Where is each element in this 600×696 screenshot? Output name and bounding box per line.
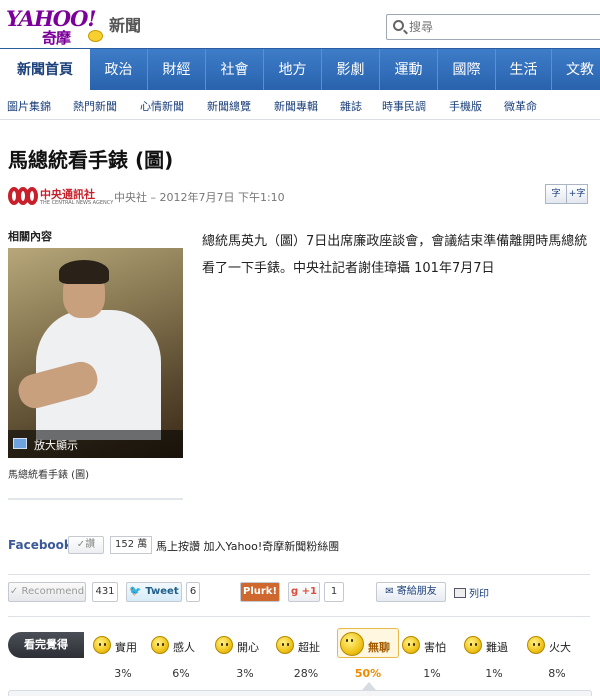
smiley-scared-icon [402, 636, 420, 654]
smiley-useful-icon [93, 636, 111, 654]
site-header: YAHOO! 奇摩 新聞 [0, 0, 600, 48]
smiley-angry-icon [527, 636, 545, 654]
smiley-sad-icon [464, 636, 482, 654]
logo-sub: 奇摩 [42, 29, 71, 47]
tweet-count: 6 [186, 582, 200, 602]
mood-scared[interactable]: 害怕 1% [402, 630, 462, 690]
cna-logo[interactable]: 中央通訊社 THE CENTRAL NEWS AGENCY [8, 186, 113, 208]
subnav-micro-revolution[interactable]: 微革命 [504, 98, 537, 114]
article-title: 馬總統看手錶 (圖) [8, 148, 174, 172]
cna-mark-icon [8, 187, 38, 205]
tab-local[interactable]: 地方 [264, 49, 322, 91]
font-size-controls: 字 +字 [545, 184, 588, 204]
font-decrease-button[interactable]: 字 [545, 184, 567, 204]
tab-life[interactable]: 生活 [496, 49, 552, 91]
section-name[interactable]: 新聞 [109, 12, 141, 36]
tweet-button[interactable]: 🐦 Tweet [126, 582, 182, 602]
yahoo-logo[interactable]: YAHOO! 奇摩 [6, 6, 108, 47]
facebook-like-button[interactable]: ✓讚 [68, 536, 104, 554]
google-plus-one-button[interactable]: g +1 [288, 582, 320, 602]
divider [8, 498, 183, 500]
mood-sad[interactable]: 難過 1% [464, 630, 524, 690]
tab-international[interactable]: 國際 [438, 49, 496, 91]
tab-news-home[interactable]: 新聞首頁 [0, 49, 90, 93]
tab-sports[interactable]: 運動 [380, 49, 438, 91]
smile-icon [88, 30, 103, 42]
facebook-title[interactable]: Facebook [8, 538, 72, 552]
subnav-specials[interactable]: 新聞專輯 [274, 98, 318, 114]
article-photo[interactable]: 放大顯示 [8, 248, 183, 458]
article-body: 總統馬英九（圖）7日出席廉政座談會，會議結束準備離開時馬總統看了一下手錶。中央社… [202, 234, 588, 276]
tab-politics[interactable]: 政治 [90, 49, 148, 91]
enlarge-icon [13, 438, 27, 449]
printer-icon [454, 588, 466, 598]
facebook-row: Facebook ✓讚 152 萬 馬上按讚 加入Yahoo!奇摩新聞粉絲團 [8, 536, 598, 556]
mood-boring[interactable]: 無聊 50% [338, 630, 398, 690]
smiley-boring-icon [340, 632, 364, 656]
share-row: ✓ Recommend 431 🐦 Tweet 6 Plurk! g +1 1 … [8, 582, 598, 604]
tab-entertainment[interactable]: 影劇 [322, 49, 380, 91]
search-icon [393, 20, 404, 31]
facebook-like-count: 152 萬 [110, 536, 153, 554]
facebook-cta: 馬上按讚 加入Yahoo!奇摩新聞粉絲團 [156, 540, 340, 553]
zoom-button[interactable]: 放大顯示 [8, 430, 183, 458]
plurk-button[interactable]: Plurk! [240, 582, 280, 602]
byline: 中央社 – 2012年7月7日 下午1:10 [114, 191, 285, 204]
search-box[interactable] [386, 14, 600, 40]
tab-finance[interactable]: 財經 [148, 49, 206, 91]
related-heading: 相關內容 [8, 230, 52, 243]
mood-angry[interactable]: 火大 8% [527, 630, 587, 690]
mood-useful[interactable]: 實用 3% [93, 630, 153, 690]
search-input[interactable] [409, 18, 589, 36]
subnav-photos[interactable]: 圖片集錦 [7, 98, 51, 114]
google-plus-icon: g [291, 586, 299, 597]
mood-happy[interactable]: 開心 3% [215, 630, 275, 690]
smiley-touched-icon [151, 636, 169, 654]
twitter-bird-icon: 🐦 [129, 586, 142, 597]
subnav-mood-news[interactable]: 心情新聞 [140, 98, 184, 114]
mood-absurd[interactable]: 超扯 28% [276, 630, 336, 690]
subnav-hot-news[interactable]: 熱門新聞 [73, 98, 117, 114]
mood-pointer [362, 682, 376, 690]
envelope-icon: ✉ [385, 586, 394, 597]
font-increase-button[interactable]: +字 [566, 184, 588, 204]
subnav-magazine[interactable]: 雜誌 [340, 98, 362, 114]
recommend-count: 431 [92, 582, 118, 602]
mood-poll: 看完覺得 實用 3% 感人 6% 開心 3% 超扯 28% 無聊 50% 害怕 … [0, 624, 600, 696]
mood-touched[interactable]: 感人 6% [151, 630, 211, 690]
smiley-happy-icon [215, 636, 233, 654]
tab-education[interactable]: 文教 [552, 49, 600, 91]
recommend-button[interactable]: ✓ Recommend [8, 582, 86, 602]
sub-nav: 圖片集錦 熱門新聞 心情新聞 新聞總覽 新聞專輯 雜誌 時事民調 手機版 微革命 [0, 90, 600, 120]
print-button[interactable]: 列印 [454, 585, 489, 600]
divider [8, 574, 590, 575]
divider [8, 616, 590, 617]
subnav-overview[interactable]: 新聞總覽 [207, 98, 251, 114]
mood-label: 看完覺得 [8, 632, 84, 658]
zoom-label: 放大顯示 [34, 439, 78, 452]
mood-result-panel [8, 690, 592, 696]
email-friend-button[interactable]: ✉ 寄給朋友 [376, 582, 446, 602]
tab-society[interactable]: 社會 [206, 49, 264, 91]
subnav-mobile[interactable]: 手機版 [449, 98, 482, 114]
smiley-absurd-icon [276, 636, 294, 654]
plus-one-count: 1 [324, 582, 344, 602]
main-nav: 新聞首頁 政治 財經 社會 地方 影劇 運動 國際 生活 文教 [0, 48, 600, 93]
like-label: 讚 [85, 539, 96, 550]
cna-logo-en: THE CENTRAL NEWS AGENCY [40, 200, 114, 206]
subnav-polls[interactable]: 時事民調 [382, 98, 426, 114]
photo-caption[interactable]: 馬總統看手錶 (圖) [8, 466, 89, 481]
